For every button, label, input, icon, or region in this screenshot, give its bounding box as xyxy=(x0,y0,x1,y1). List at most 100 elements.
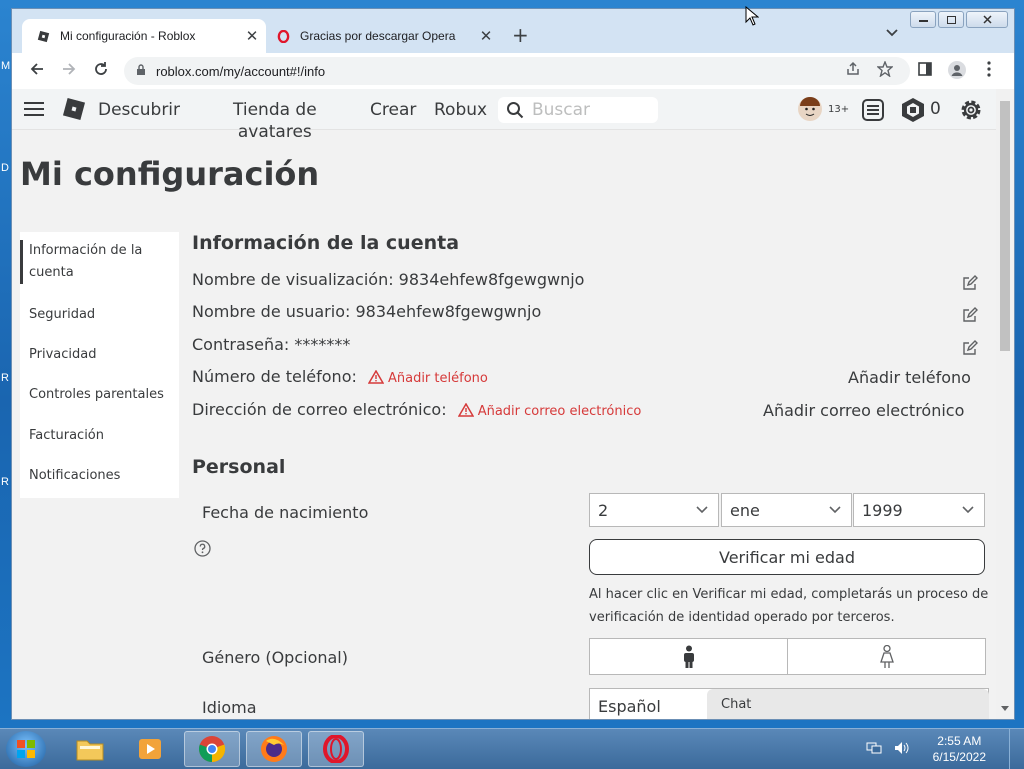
browser-toolbar: roblox.com/my/account#!/info xyxy=(12,53,1014,89)
new-tab-button[interactable]: + xyxy=(512,23,529,47)
search-placeholder: Buscar xyxy=(532,100,591,120)
gender-male-button[interactable] xyxy=(589,638,788,675)
help-question-icon[interactable] xyxy=(194,540,211,561)
system-tray xyxy=(866,741,910,759)
tab-search-chevron-icon[interactable] xyxy=(886,27,898,40)
address-bar[interactable]: roblox.com/my/account#!/info xyxy=(124,57,910,85)
gender-label: Género (Opcional) xyxy=(202,648,348,667)
username-row: Nombre de usuario: 9834ehfew8fgewgwnjo xyxy=(192,302,542,321)
show-desktop-button[interactable] xyxy=(1009,729,1024,769)
volume-icon[interactable] xyxy=(894,741,910,755)
share-icon[interactable] xyxy=(842,61,864,82)
start-button[interactable] xyxy=(6,731,46,767)
browser-window: Mi configuración - Roblox ✕ Gracias por … xyxy=(11,8,1015,720)
side-panel-icon[interactable] xyxy=(914,61,936,82)
gender-female-button[interactable] xyxy=(787,638,986,675)
file-explorer-taskbar-button[interactable] xyxy=(62,731,118,767)
display-name-row: Nombre de visualización: 9834ehfew8fgewg… xyxy=(192,270,585,289)
media-player-taskbar-button[interactable] xyxy=(122,731,178,767)
chat-panel-button[interactable]: Chat xyxy=(707,689,989,719)
clock-date: 6/15/2022 xyxy=(932,750,986,764)
edit-display-name-icon[interactable] xyxy=(962,275,978,295)
verify-age-button[interactable]: Verificar mi edad xyxy=(589,539,985,575)
nav-create[interactable]: Crear xyxy=(370,100,416,120)
add-phone-link[interactable]: Añadir teléfono xyxy=(848,368,971,387)
desktop-icon-label: D xyxy=(1,162,9,174)
kebab-menu-icon[interactable] xyxy=(978,61,1000,82)
birth-month-value: ene xyxy=(730,500,760,520)
add-email-link[interactable]: Añadir correo electrónico xyxy=(763,401,964,420)
firefox-icon xyxy=(261,736,287,762)
edit-password-icon[interactable] xyxy=(962,340,978,360)
sidebar-item-notifications[interactable]: Notificaciones xyxy=(20,465,179,487)
roblox-logo-icon[interactable] xyxy=(62,97,86,125)
chevron-down-icon xyxy=(962,504,974,517)
email-row: Dirección de correo electrónico: Añadir … xyxy=(192,400,641,419)
sidebar-item-account-info[interactable]: Información de la cuenta xyxy=(20,240,179,284)
bookmark-star-icon[interactable] xyxy=(874,60,896,82)
opera-taskbar-button[interactable] xyxy=(308,731,364,767)
page-scrollbar[interactable] xyxy=(996,89,1014,719)
maximize-button[interactable] xyxy=(938,11,964,28)
tab-opera-download[interactable]: Gracias por descargar Opera ✕ xyxy=(266,19,500,53)
email-warning-text: Añadir correo electrónico xyxy=(477,404,642,419)
warning-icon xyxy=(367,369,385,384)
chrome-taskbar-button[interactable] xyxy=(184,731,240,767)
email-label: Dirección de correo electrónico: xyxy=(192,400,447,419)
email-warning: Añadir correo electrónico xyxy=(457,402,642,419)
profile-avatar-icon[interactable] xyxy=(946,61,968,84)
reload-icon[interactable] xyxy=(90,61,112,82)
scrollbar-thumb[interactable] xyxy=(1000,101,1010,351)
birth-year-select[interactable]: 1999 xyxy=(853,493,985,527)
taskbar-clock[interactable]: 2:55 AM 6/15/2022 xyxy=(933,733,986,765)
address-text: roblox.com/my/account#!/info xyxy=(156,63,326,79)
opera-favicon-icon xyxy=(276,29,290,43)
personal-heading: Personal xyxy=(192,456,286,478)
user-avatar[interactable] xyxy=(797,96,823,126)
nav-robux[interactable]: Robux xyxy=(434,100,487,120)
network-icon[interactable] xyxy=(866,741,882,755)
search-box[interactable]: Buscar xyxy=(498,97,658,123)
search-icon xyxy=(506,101,524,119)
desktop-icon-label: R xyxy=(1,372,9,384)
robux-icon[interactable] xyxy=(901,97,925,127)
hamburger-menu-icon[interactable] xyxy=(24,101,44,121)
chevron-down-icon xyxy=(696,504,708,517)
robux-count: 0 xyxy=(930,99,941,119)
chrome-icon xyxy=(198,736,226,763)
nav-avatar-shop[interactable]: Tienda de avatares xyxy=(233,99,317,143)
nav-discover[interactable]: Descubrir xyxy=(98,100,180,120)
notifications-list-icon[interactable] xyxy=(861,98,885,126)
birth-year-value: 1999 xyxy=(862,500,903,520)
birth-day-select[interactable]: 2 xyxy=(589,493,719,527)
sidebar-item-security[interactable]: Seguridad xyxy=(20,304,179,326)
close-tab-icon[interactable]: ✕ xyxy=(242,27,262,45)
web-page: Descubrir Tienda de avatares Crear Robux… xyxy=(12,89,996,719)
sidebar-item-parental-controls[interactable]: Controles parentales xyxy=(20,384,179,406)
phone-label: Número de teléfono: xyxy=(192,367,357,386)
tab-title: Gracias por descargar Opera xyxy=(300,29,456,43)
back-arrow-icon[interactable] xyxy=(26,61,48,82)
window-controls xyxy=(910,11,1008,28)
close-tab-icon[interactable]: ✕ xyxy=(476,27,496,45)
account-info-heading: Información de la cuenta xyxy=(192,232,460,254)
clock-time: 2:55 AM xyxy=(937,734,982,748)
minimize-button[interactable] xyxy=(910,11,936,28)
page-title: Mi configuración xyxy=(20,155,320,193)
chevron-down-icon xyxy=(829,504,841,517)
forward-arrow-icon[interactable] xyxy=(58,61,80,82)
roblox-favicon-icon xyxy=(36,29,50,43)
sidebar-item-privacy[interactable]: Privacidad xyxy=(20,344,179,366)
firefox-taskbar-button[interactable] xyxy=(246,731,302,767)
phone-warning-text: Añadir teléfono xyxy=(387,371,488,386)
sidebar-item-billing[interactable]: Facturación xyxy=(20,425,179,447)
edit-username-icon[interactable] xyxy=(962,307,978,327)
settings-gear-icon[interactable] xyxy=(958,97,984,127)
close-window-button[interactable] xyxy=(966,11,1008,28)
language-label: Idioma xyxy=(202,698,257,717)
female-icon xyxy=(879,644,894,668)
desktop-icon-label: M xyxy=(1,60,11,72)
scroll-down-arrow-icon[interactable] xyxy=(1001,697,1009,716)
tab-roblox-settings[interactable]: Mi configuración - Roblox ✕ xyxy=(22,19,266,53)
birth-month-select[interactable]: ene xyxy=(721,493,852,527)
